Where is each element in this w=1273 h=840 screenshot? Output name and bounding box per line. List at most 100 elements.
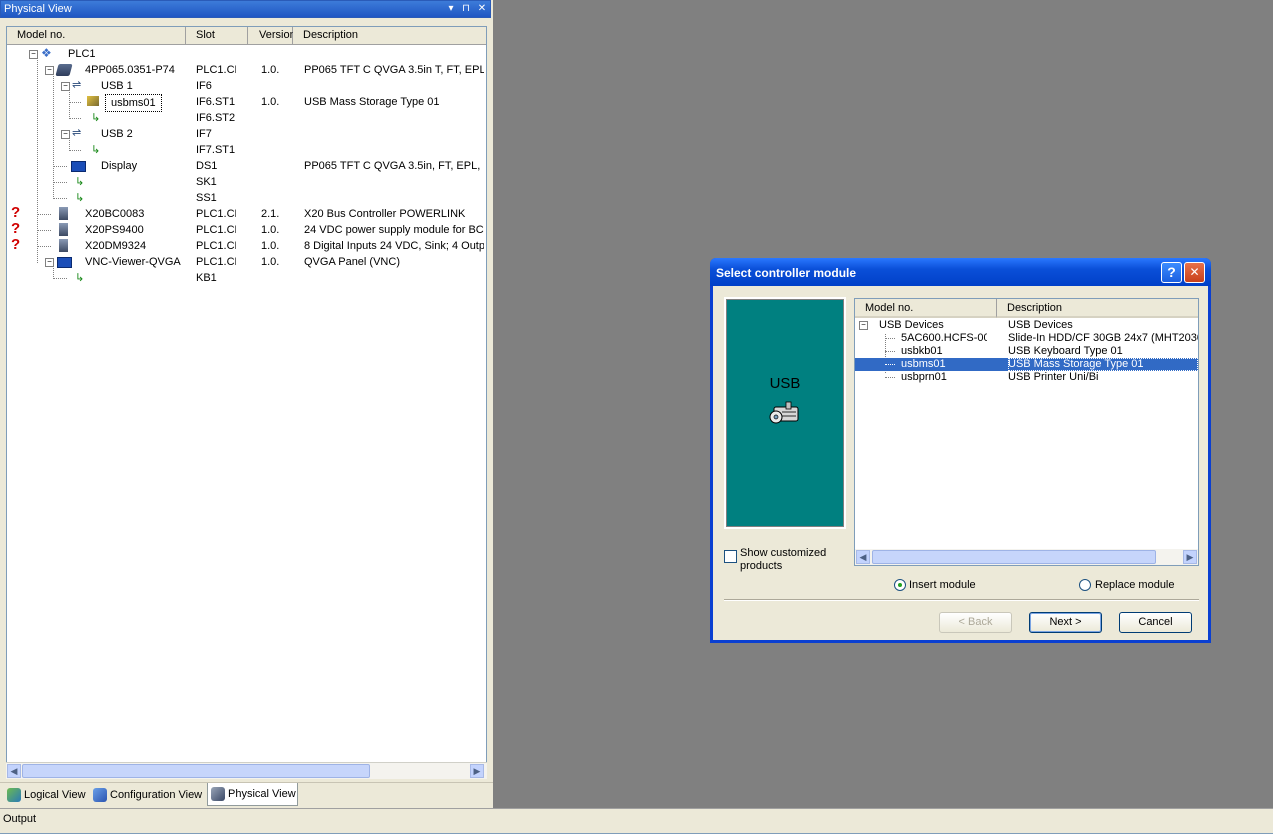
- tree-row[interactable]: ↳ SK1: [7, 174, 486, 190]
- tree-row-slot: IF6.ST2: [196, 112, 236, 124]
- scroll-left-icon[interactable]: ◀: [7, 764, 21, 778]
- tree-row-model: PLC1: [68, 48, 96, 60]
- warning-icon: ?: [11, 204, 21, 221]
- tree-row-slot: SK1: [196, 176, 217, 188]
- tree-row-version: 2.1.: [261, 208, 280, 220]
- tree-row-slot: IF7.ST1: [196, 144, 236, 156]
- output-content[interactable]: [0, 833, 1273, 840]
- warning-icon: ?: [11, 236, 21, 253]
- panel-module-icon: [55, 64, 73, 76]
- tree-row-slot: PLC1.CPU: [196, 256, 236, 268]
- list-item[interactable]: 5AC600.HCFS-00 Slide-In HDD/CF 30GB 24x7…: [855, 332, 1198, 345]
- plc-icon: ❖: [41, 47, 52, 59]
- tree-row-slot: IF6.ST1: [196, 96, 236, 108]
- physical-view-tree[interactable]: Model no. Slot Version Description − ❖ P…: [6, 26, 487, 778]
- tree-row-version: 1.0.: [261, 256, 280, 268]
- display-icon: [71, 161, 86, 172]
- tree-row-description: PP065 TFT C QVGA 3.5in T, FT, EPL,: [304, 64, 484, 76]
- module-list[interactable]: Model no. Description − USB Devices USB …: [854, 298, 1199, 566]
- usb-storage-icon: [87, 96, 99, 106]
- next-button[interactable]: Next >: [1029, 612, 1102, 633]
- tab-physical-view[interactable]: Physical View: [207, 783, 298, 806]
- warning-icon: ?: [11, 220, 21, 237]
- scroll-left-icon[interactable]: ◀: [856, 550, 870, 564]
- physical-view-panel: Physical View ▾ ⊓ ✕ Model no. Slot Versi…: [0, 0, 493, 809]
- tree-row-model: X20PS9400: [85, 224, 144, 236]
- scroll-thumb[interactable]: [872, 550, 1156, 564]
- tree-row[interactable]: − ❖ PLC1: [7, 46, 486, 62]
- tree-row-model: Display: [101, 160, 138, 172]
- list-header-model[interactable]: Model no.: [855, 299, 997, 318]
- tab-logical-view[interactable]: Logical View: [4, 786, 86, 805]
- tree-row-version: 1.0.: [261, 96, 280, 108]
- empty-slot-icon: ↳: [91, 144, 101, 156]
- list-hscrollbar[interactable]: ◀ ▶: [855, 549, 1198, 565]
- tree-row[interactable]: − VNC-Viewer-QVGA PLC1.CPU 1.0. QVGA Pan…: [7, 254, 486, 270]
- list-header-description[interactable]: Description: [997, 299, 1198, 318]
- tree-row[interactable]: ↳ IF6.ST2: [7, 110, 486, 126]
- list-item-description: Slide-In HDD/CF 30GB 24x7 (MHT2030: [1008, 332, 1198, 344]
- bus-controller-icon: [59, 207, 68, 220]
- collapse-icon[interactable]: −: [61, 130, 70, 139]
- collapse-icon[interactable]: −: [45, 258, 54, 267]
- tree-row[interactable]: ↳ KB1: [7, 270, 486, 286]
- cancel-button[interactable]: Cancel: [1119, 612, 1192, 633]
- tree-row-description: 24 VDC power supply module for BC, in: [304, 224, 484, 236]
- dropdown-icon[interactable]: ▾: [444, 2, 458, 16]
- tree-row[interactable]: − ⇌ USB 1 IF6: [7, 78, 486, 94]
- pin-icon[interactable]: ⊓: [459, 2, 473, 16]
- tree-row[interactable]: ↳ IF7.ST1: [7, 142, 486, 158]
- tree-row[interactable]: − ⇌ USB 2 IF7: [7, 126, 486, 142]
- collapse-icon[interactable]: −: [859, 321, 868, 330]
- tree-row[interactable]: − 4PP065.0351-P74 PLC1.CPU 1.0. PP065 TF…: [7, 62, 486, 78]
- help-button[interactable]: ?: [1161, 262, 1182, 283]
- list-item[interactable]: usbprn01 USB Printer Uni/Bi: [855, 371, 1198, 384]
- tree-row-slot: KB1: [196, 272, 217, 284]
- replace-module-radio[interactable]: [1079, 579, 1091, 591]
- scroll-thumb[interactable]: [22, 764, 370, 778]
- tree-row[interactable]: X20BC0083 PLC1.CPU 2.1. X20 Bus Controll…: [7, 206, 486, 222]
- scroll-right-icon[interactable]: ▶: [470, 764, 484, 778]
- configuration-view-icon: [93, 788, 107, 802]
- insert-module-label[interactable]: Insert module: [909, 579, 976, 591]
- tree-row-slot: SS1: [196, 192, 217, 204]
- show-customized-label[interactable]: Show customized products: [740, 547, 840, 573]
- tab-label: Configuration View: [110, 789, 203, 801]
- output-panel: Output: [0, 808, 1273, 840]
- tree-row-description: PP065 TFT C QVGA 3.5in, FT, EPL, E: [304, 160, 484, 172]
- scroll-right-icon[interactable]: ▶: [1183, 550, 1197, 564]
- tree-row[interactable]: X20PS9400 PLC1.CPU 1.0. 24 VDC power sup…: [7, 222, 486, 238]
- tab-configuration-view[interactable]: Configuration View: [90, 786, 204, 805]
- tree-row[interactable]: Display DS1 PP065 TFT C QVGA 3.5in, FT, …: [7, 158, 486, 174]
- tree-row[interactable]: usbms01 IF6.ST1 1.0. USB Mass Storage Ty…: [7, 94, 486, 112]
- collapse-icon[interactable]: −: [29, 50, 38, 59]
- power-supply-icon: [59, 223, 68, 236]
- empty-slot-icon: ↳: [75, 272, 85, 284]
- list-item-description: USB Keyboard Type 01: [1008, 345, 1123, 357]
- close-button[interactable]: ✕: [1184, 262, 1205, 283]
- list-item[interactable]: usbkb01 USB Keyboard Type 01: [855, 345, 1198, 358]
- column-header-version[interactable]: Version: [248, 27, 296, 45]
- physical-view-hscrollbar[interactable]: ◀ ▶: [6, 762, 487, 779]
- tree-row[interactable]: ↳ SS1: [7, 190, 486, 206]
- tree-row-slot: IF6: [196, 80, 212, 92]
- show-customized-checkbox[interactable]: [724, 550, 737, 563]
- usb-device-icon: [769, 401, 799, 424]
- collapse-icon[interactable]: −: [45, 66, 54, 75]
- tree-row-model: 4PP065.0351-P74: [85, 64, 175, 76]
- list-item[interactable]: − USB Devices USB Devices: [855, 319, 1198, 332]
- back-button[interactable]: < Back: [939, 612, 1012, 633]
- tree-row-model: X20BC0083: [85, 208, 145, 220]
- close-icon[interactable]: ✕: [475, 2, 489, 16]
- collapse-icon[interactable]: −: [61, 82, 70, 91]
- replace-module-label[interactable]: Replace module: [1095, 579, 1175, 591]
- column-header-model[interactable]: Model no.: [7, 27, 186, 45]
- list-item-selected[interactable]: usbms01 USB Mass Storage Type 01: [855, 358, 1198, 371]
- column-header-slot[interactable]: Slot: [186, 27, 248, 45]
- insert-module-radio[interactable]: [894, 579, 906, 591]
- tree-row[interactable]: X20DM9324 PLC1.CPU 1.0. 8 Digital Inputs…: [7, 238, 486, 254]
- column-header-description[interactable]: Description: [293, 27, 486, 45]
- select-controller-module-dialog: Select controller module ? ✕ USB Show cu…: [710, 258, 1211, 643]
- tree-row-version: 1.0.: [261, 240, 280, 252]
- module-preview: USB: [724, 297, 846, 529]
